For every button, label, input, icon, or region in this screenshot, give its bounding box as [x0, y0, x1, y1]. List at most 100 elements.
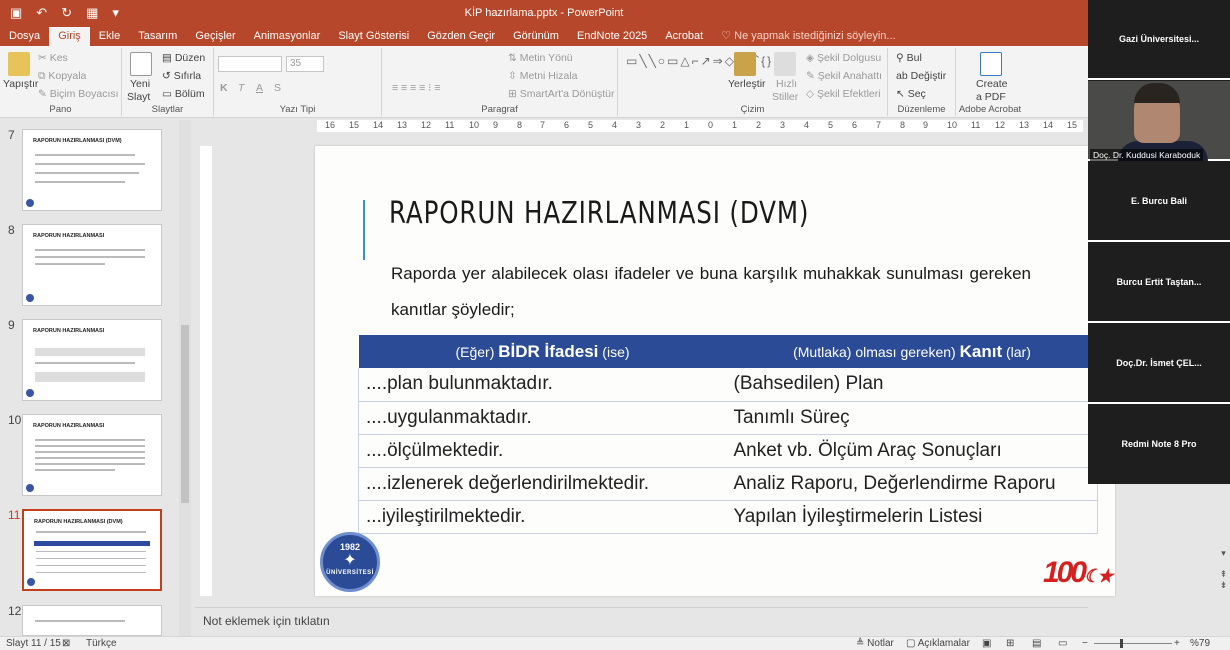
table-cell[interactable]: Tanımlı Süreç	[726, 401, 1098, 435]
table-cell[interactable]: Yapılan İyileştirmelerin Listesi	[726, 500, 1098, 534]
format-painter-button[interactable]: ✎ Biçim Boyacısı	[38, 88, 119, 100]
tab-home[interactable]: Giriş	[49, 27, 90, 46]
language-indicator[interactable]: Türkçe	[86, 638, 117, 649]
table-cell[interactable]: ....ölçülmektedir.	[358, 434, 727, 468]
quick-styles-icon[interactable]	[774, 52, 796, 76]
cut-button[interactable]: ✂ Kes	[38, 52, 68, 64]
participant-tile[interactable]: E. Burcu Bali	[1088, 162, 1230, 242]
spellcheck-icon[interactable]: ⊠	[62, 638, 70, 649]
tab-review[interactable]: Gözden Geçir	[418, 30, 504, 46]
new-slide-button-line1[interactable]: Yeni	[130, 78, 150, 90]
zoom-out-icon[interactable]: −	[1082, 638, 1088, 649]
scrollbar-thumb[interactable]	[181, 325, 189, 503]
participant-tile[interactable]: Burcu Ertit Taştan...	[1088, 243, 1230, 323]
font-size-combo[interactable]: 35	[286, 56, 324, 72]
slide-thumbnail-11-active[interactable]: RAPORUN HAZIRLANMASI (DVM)	[22, 509, 162, 591]
text-direction-button[interactable]: ⇅ Metin Yönü	[508, 52, 573, 64]
shapes-gallery[interactable]: ▭╲╲○▭△⌐↗⇒◇△⌒{}☆	[626, 52, 786, 69]
participant-tile[interactable]: Gazi Üniversitesi...	[1088, 0, 1230, 80]
editor-scroll-controls[interactable]: ▾ ⇞ ⇟	[1217, 548, 1230, 636]
smartart-button[interactable]: ⊞ SmartArt'a Dönüştür	[508, 88, 615, 100]
slideshow-view-icon[interactable]: ▭	[1058, 638, 1067, 649]
table-cell[interactable]: (Bahsedilen) Plan	[726, 368, 1098, 402]
table-header-col1[interactable]: (Eğer) BİDR İfadesi (ise)	[358, 335, 727, 368]
tab-design[interactable]: Tasarım	[129, 30, 186, 46]
layout-button[interactable]: ▤ Düzen	[162, 52, 205, 64]
tab-file[interactable]: Dosya	[0, 30, 49, 46]
paste-button[interactable]: Yapıştır	[3, 78, 38, 90]
find-button[interactable]: ⚲ Bul	[896, 52, 922, 64]
reading-view-icon[interactable]: ▤	[1032, 638, 1041, 649]
copy-button[interactable]: ⧉ Kopyala	[38, 70, 86, 83]
vertical-ruler[interactable]	[200, 146, 212, 596]
align-text-button[interactable]: ⇳ Metni Hizala	[508, 70, 578, 82]
font-name-combo[interactable]	[218, 56, 282, 72]
table-cell[interactable]: ....plan bulunmaktadır.	[358, 368, 727, 402]
table-cell[interactable]: Anket vb. Ölçüm Araç Sonuçları	[726, 434, 1098, 468]
zoom-in-icon[interactable]: +	[1174, 638, 1180, 649]
slide-thumbnail-9[interactable]: RAPORUN HAZIRLANMASI	[22, 319, 162, 401]
table-cell[interactable]: ...iyileştirilmektedir.	[358, 500, 727, 534]
zoom-slider[interactable]	[1094, 643, 1172, 644]
zoom-level[interactable]: %79	[1190, 638, 1210, 649]
slide-canvas[interactable]: RAPORUN HAZIRLANMASI (DVM) Raporda yer a…	[315, 146, 1115, 596]
select-button[interactable]: ↖ Seç	[896, 88, 926, 100]
table-header-col2[interactable]: (Mutlaka) olması gereken) Kanıt (lar)	[726, 335, 1098, 368]
thumbnail-scrollbar[interactable]	[179, 120, 191, 636]
slide-sorter-icon[interactable]: ⊞	[1006, 638, 1014, 649]
tell-me-search[interactable]: ♡ Ne yapmak istediğinizi söyleyin...	[712, 29, 904, 46]
arrange-button[interactable]: Yerleştir	[728, 78, 766, 90]
italic-button[interactable]: T	[238, 82, 244, 94]
tab-insert[interactable]: Ekle	[90, 30, 129, 46]
notes-toggle[interactable]: ≜ Notlar	[856, 638, 894, 649]
thumbnail-table	[35, 348, 145, 356]
table-cell[interactable]: ....uygulanmaktadır.	[358, 401, 727, 435]
shadow-button[interactable]: S	[274, 82, 281, 94]
prev-slide-icon[interactable]: ⇞	[1217, 569, 1230, 580]
slide-subtitle[interactable]: Raporda yer alabilecek olası ifadeler ve…	[391, 256, 1031, 328]
tab-transitions[interactable]: Geçişler	[186, 30, 244, 46]
quick-styles-line2[interactable]: Stiller	[772, 91, 798, 103]
shape-fill-button[interactable]: ◈ Şekil Dolgusu	[806, 52, 881, 64]
participant-tile[interactable]: Redmi Note 8 Pro	[1088, 405, 1230, 484]
slide-table[interactable]: (Eğer) BİDR İfadesi (ise) (Mutlaka) olma…	[358, 335, 1098, 534]
create-pdf-line1[interactable]: Create	[976, 78, 1008, 90]
new-slide-icon[interactable]	[130, 52, 152, 76]
pdf-icon[interactable]	[980, 52, 1002, 76]
notes-pane[interactable]: Not eklemek için tıklatın	[195, 607, 1088, 636]
table-cell[interactable]: ....izlenerek değerlendirilmektedir.	[358, 467, 727, 501]
next-slide-icon[interactable]: ⇟	[1217, 580, 1230, 591]
scroll-down-icon[interactable]: ▾	[1217, 548, 1230, 559]
bold-button[interactable]: K	[220, 82, 228, 94]
section-button[interactable]: ▭ Bölüm	[162, 88, 205, 100]
slide-thumbnail-7[interactable]: RAPORUN HAZIRLANMASI (DVM)	[22, 129, 162, 211]
slide-thumbnail-10[interactable]: RAPORUN HAZIRLANMASI	[22, 414, 162, 496]
quick-styles-line1[interactable]: Hızlı	[776, 78, 797, 90]
replace-button[interactable]: ab Değiştir	[896, 70, 946, 82]
zoom-slider-handle[interactable]	[1120, 639, 1123, 648]
tab-endnote[interactable]: EndNote 2025	[568, 30, 656, 46]
ruler-tick-label: 15	[349, 120, 360, 130]
tab-acrobat[interactable]: Acrobat	[656, 30, 712, 46]
comments-toggle[interactable]: ▢ Açıklamalar	[906, 638, 970, 649]
underline-button[interactable]: A	[256, 82, 263, 94]
create-pdf-line2[interactable]: a PDF	[976, 91, 1006, 103]
participant-tile[interactable]: Doç.Dr. İsmet ÇEL...	[1088, 324, 1230, 404]
shape-outline-button[interactable]: ✎ Şekil Anahattı	[806, 70, 882, 82]
tab-animations[interactable]: Animasyonlar	[245, 30, 330, 46]
table-cell[interactable]: Analiz Raporu, Değerlendirme Raporu	[726, 467, 1098, 501]
slide-title[interactable]: RAPORUN HAZIRLANMASI (DVM)	[389, 196, 809, 231]
shape-effects-button[interactable]: ◇ Şekil Efektleri	[806, 88, 881, 100]
slide-thumbnail-8[interactable]: RAPORUN HAZIRLANMASI	[22, 224, 162, 306]
slide-thumbnail-12[interactable]	[22, 605, 162, 636]
arrange-icon[interactable]	[734, 52, 756, 76]
horizontal-ruler[interactable]: 16 15 14 13 12 11 10 9 8 7 6 5 4 3 2 1 0 1 2 3 4 5 6 7 8 9 10 11 12 1…	[317, 120, 1083, 132]
reset-button[interactable]: ↺ Sıfırla	[162, 70, 201, 82]
tab-slideshow[interactable]: Slayt Gösterisi	[329, 30, 418, 46]
paste-icon[interactable]	[8, 52, 30, 76]
align-buttons[interactable]: ≡ ≡ ≡ ≡ ⁝ ≡	[392, 82, 441, 94]
tab-view[interactable]: Görünüm	[504, 30, 568, 46]
normal-view-icon[interactable]: ▣	[982, 638, 991, 649]
new-slide-button-line2[interactable]: Slayt	[127, 91, 150, 103]
participant-video-tile[interactable]: Doç. Dr. Kuddusi Karaboduk	[1088, 81, 1230, 161]
